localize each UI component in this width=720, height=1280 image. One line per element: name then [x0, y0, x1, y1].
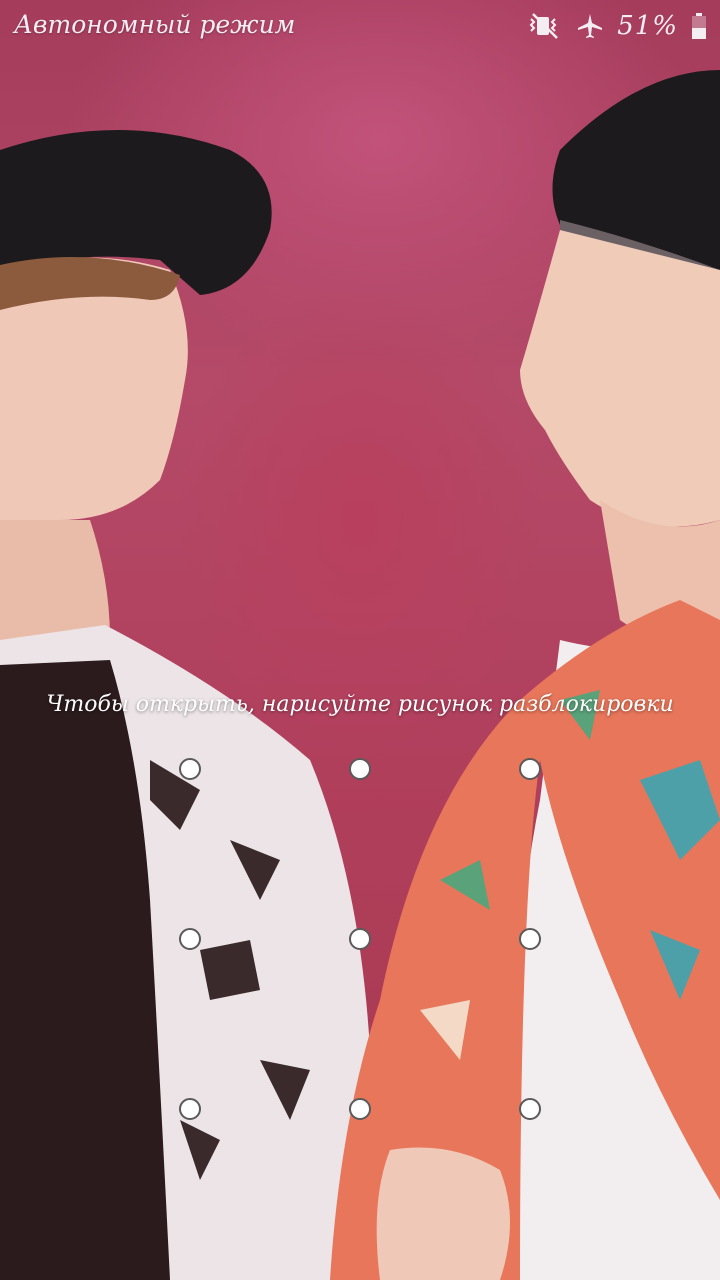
pattern-dot-6[interactable] [519, 928, 541, 950]
unlock-pattern-grid[interactable] [0, 0, 720, 1280]
pattern-dot-1[interactable] [179, 758, 201, 780]
pattern-dot-5[interactable] [349, 928, 371, 950]
pattern-dot-3[interactable] [519, 758, 541, 780]
pattern-dot-2[interactable] [349, 758, 371, 780]
pattern-dot-8[interactable] [349, 1098, 371, 1120]
pattern-dot-9[interactable] [519, 1098, 541, 1120]
pattern-dot-7[interactable] [179, 1098, 201, 1120]
pattern-dot-4[interactable] [179, 928, 201, 950]
